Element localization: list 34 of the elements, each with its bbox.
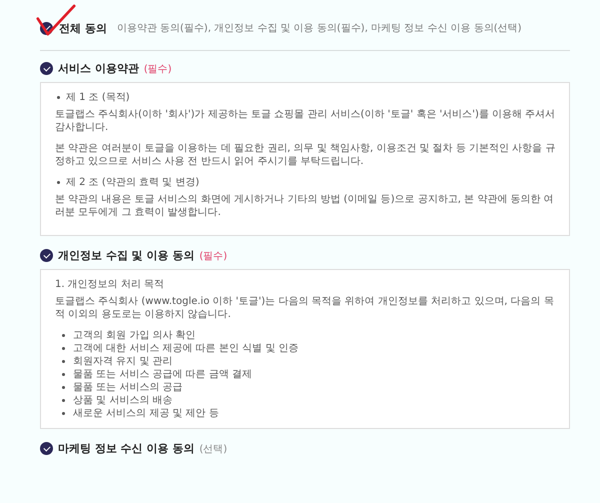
article-title: 제 1 조 (목적) <box>66 91 130 104</box>
bullet-icon <box>62 412 65 415</box>
requirement-tag: (필수) <box>144 62 172 76</box>
terms-heading: 1. 개인정보의 처리 목적 <box>55 278 166 291</box>
bullet-icon <box>57 181 60 184</box>
agree-all-label: 전체 동의 <box>59 20 107 36</box>
list-item: 회원자격 유지 및 관리 <box>73 355 173 368</box>
bullet-icon <box>62 373 65 376</box>
requirement-tag: (선택) <box>199 442 228 456</box>
checkbox[interactable] <box>40 249 53 262</box>
checkbox[interactable] <box>40 442 53 455</box>
list-item: 고객의 회원 가입 의사 확인 <box>73 329 196 342</box>
terms-paragraph: 본 약관의 내용은 토글 서비스의 화면에 게시하거나 기타의 방법 (이메일 등)으로 공지하고, 본 약관에 동의한 여러분 모두에게 그 효력이 발생합니다. <box>55 193 555 219</box>
bullet-icon <box>62 360 65 363</box>
bullet-icon <box>62 399 65 402</box>
agreement-summary: 이용약관 동의(필수), 개인정보 수집 및 이용 동의(필수), 마케팅 정보 수신 이용 동의(선택) <box>116 22 522 35</box>
list-item: 고객에 대한 서비스 제공에 따른 본인 식별 및 인증 <box>73 342 298 355</box>
list-item: 물품 또는 서비스 공급에 따른 금액 결제 <box>73 368 252 381</box>
list-item: 물품 또는 서비스의 공급 <box>73 381 183 394</box>
section-title: 개인정보 수집 및 이용 동의 <box>58 248 194 263</box>
terms-paragraph: 토글랩스 주식회사 (www.togle.io 이하 '토글')는 다음의 목적을 위하여 개인정보를 처리하고 있으며, 다음의 목적 이외의 용도로는 이용하지 않습니다. <box>55 295 555 321</box>
terms-paragraph: 본 약관은 여러분이 토글을 이용하는 데 필요한 권리, 의무 및 책임사항, 이용조건 및 절차 등 기본적인 사항을 규정하고 있으므로 서비스 사용 전 반드시 읽어 주시기를 부탁드립니다. <box>55 142 556 168</box>
article-title: 제 2 조 (약관의 효력 및 변경) <box>66 176 200 189</box>
section-title: 서비스 이용약관 <box>58 61 139 76</box>
bullet-icon <box>62 347 65 350</box>
bullet-icon <box>62 386 65 389</box>
requirement-tag: (필수) <box>199 248 228 262</box>
checkbox[interactable] <box>40 62 53 75</box>
bullet-icon <box>62 334 65 337</box>
section-title: 마케팅 정보 수신 이용 동의 <box>58 441 194 456</box>
terms-paragraph: 토글랩스 주식회사(이하 '회사')가 제공하는 토글 쇼핑몰 관리 서비스(이하 '토글' 혹은 '서비스')를 이용해 주셔서 감사합니다. <box>55 108 556 134</box>
list-item: 상품 및 서비스의 배송 <box>73 394 173 407</box>
bullet-icon <box>57 96 60 99</box>
list-item: 새로운 서비스의 제공 및 제안 등 <box>73 407 219 420</box>
